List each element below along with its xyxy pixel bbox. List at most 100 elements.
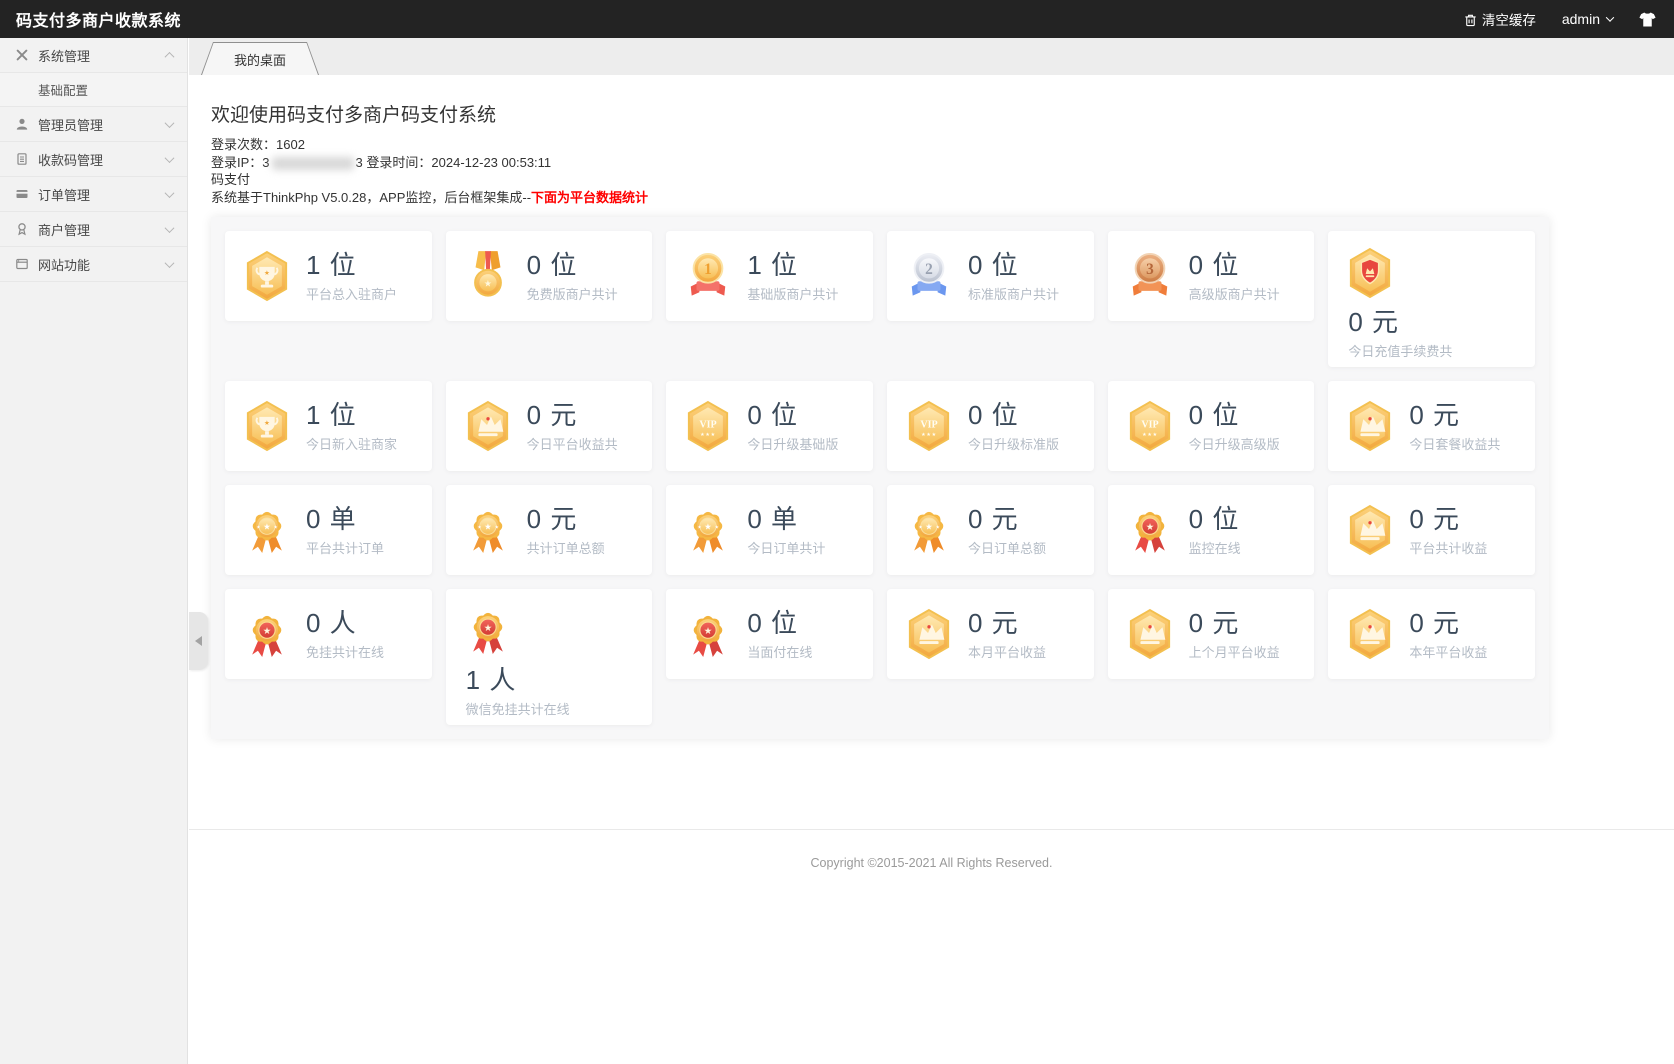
stat-card: 0 元 今日订单总额	[887, 485, 1094, 575]
rosette-red-icon	[1127, 503, 1173, 557]
stat-value: 0 人	[306, 608, 384, 638]
stat-value: 0 位	[527, 250, 618, 280]
main-content: 我的桌面 欢迎使用码支付多商户码支付系统 登录次数：1602 登录IP：33 登…	[189, 38, 1674, 1064]
stat-label: 微信免挂共计在线	[466, 699, 653, 718]
stat-value: 1 人	[466, 665, 653, 695]
chevron-icon	[165, 118, 175, 128]
sidebar-item-website[interactable]: 网站功能	[0, 247, 187, 282]
stat-label: 免费版商户共计	[527, 284, 618, 303]
stat-value: 1 位	[306, 250, 397, 280]
sidebar-item-qrcode[interactable]: 收款码管理	[0, 142, 187, 177]
hex-vip-icon	[906, 399, 952, 453]
stat-label: 平台总入驻商户	[306, 284, 397, 303]
stat-card: 1 位 基础版商户共计	[666, 231, 873, 321]
copyright: Copyright ©2015-2021 All Rights Reserved…	[189, 856, 1674, 870]
stat-value: 0 元	[1409, 400, 1500, 430]
ip-visible-start: 3	[262, 155, 269, 170]
stat-label: 本年平台收益	[1409, 642, 1487, 661]
stat-label: 今日升级高级版	[1189, 434, 1280, 453]
stat-label: 今日充值手续费共	[1348, 341, 1535, 360]
hex-crown-icon	[465, 399, 511, 453]
stat-card: 0 位 今日升级基础版	[666, 381, 873, 471]
stat-label: 平台共计收益	[1409, 538, 1487, 557]
hex-crown-icon	[906, 607, 952, 661]
sidebar-item-admins[interactable]: 管理员管理	[0, 107, 187, 142]
stat-label: 平台共计订单	[306, 538, 384, 557]
stat-value: 0 元	[1348, 307, 1535, 337]
stat-card: 0 人 免挂共计在线	[225, 589, 432, 679]
chevron-icon	[165, 258, 175, 268]
stat-card: 0 元 平台共计收益	[1328, 485, 1535, 575]
rosette-gold-icon	[244, 503, 290, 557]
user-menu[interactable]: admin	[1562, 11, 1613, 27]
stat-value: 0 元	[1189, 608, 1280, 638]
stat-label: 今日订单共计	[747, 538, 825, 557]
stat-card: 0 位 今日升级高级版	[1108, 381, 1315, 471]
trash-icon	[1463, 12, 1478, 27]
card-icon	[15, 187, 29, 201]
stat-label: 今日订单总额	[968, 538, 1046, 557]
tab-my-desktop[interactable]: 我的桌面	[201, 42, 319, 75]
stat-label: 今日升级基础版	[747, 434, 838, 453]
stat-card: 0 元 上个月平台收益	[1108, 589, 1315, 679]
window-icon	[15, 257, 29, 271]
stat-card: 0 元 本年平台收益	[1328, 589, 1535, 679]
stat-value: 0 位	[1189, 400, 1280, 430]
login-count-value: 1602	[276, 137, 305, 152]
stat-value: 0 元	[968, 504, 1046, 534]
stat-card: 0 单 今日订单共计	[666, 485, 873, 575]
hex-vip-icon	[685, 399, 731, 453]
stat-card: 0 元 今日套餐收益共	[1328, 381, 1535, 471]
hex-crown-icon	[1347, 503, 1393, 557]
stat-value: 0 元	[1409, 608, 1487, 638]
stat-card: 0 元 今日充值手续费共	[1328, 231, 1535, 367]
ip-redaction-blur	[272, 157, 354, 170]
rosette-red-icon	[244, 607, 290, 661]
stat-label: 今日升级标准版	[968, 434, 1059, 453]
medal-2-icon	[906, 249, 952, 303]
top-header-bar: 码支付多商户收款系统 清空缓存 admin	[0, 0, 1674, 38]
hex-shield-icon	[1347, 246, 1393, 300]
sidebar-item-base-config[interactable]: 基础配置	[0, 73, 187, 107]
sidebar-item-orders[interactable]: 订单管理	[0, 177, 187, 212]
stat-value: 0 位	[1189, 250, 1280, 280]
stat-value: 0 位	[968, 400, 1059, 430]
chevron-icon	[165, 223, 175, 233]
stat-card: 0 元 本月平台收益	[887, 589, 1094, 679]
stat-value: 0 单	[747, 504, 825, 534]
welcome-title: 欢迎使用码支付多商户码支付系统	[211, 100, 1674, 127]
stat-label: 监控在线	[1189, 538, 1241, 557]
stat-card: 0 位 标准版商户共计	[887, 231, 1094, 321]
wrench-icon	[15, 48, 29, 62]
hex-vip-icon	[1127, 399, 1173, 453]
stat-value: 0 元	[527, 504, 605, 534]
hex-crown-icon	[1347, 607, 1393, 661]
welcome-section: 欢迎使用码支付多商户码支付系统 登录次数：1602 登录IP：33 登录时间：2…	[189, 75, 1674, 206]
stat-label: 当面付在线	[747, 642, 812, 661]
stat-value: 0 位	[747, 400, 838, 430]
medal-3-icon	[1127, 249, 1173, 303]
chevron-down-icon	[1606, 13, 1614, 21]
rosette-red-icon	[685, 607, 731, 661]
theme-button[interactable]	[1639, 11, 1656, 28]
stat-label: 上个月平台收益	[1189, 642, 1280, 661]
footer-divider	[189, 829, 1674, 830]
sidebar-item-merchant[interactable]: 商户管理	[0, 212, 187, 247]
sidebar-item-system[interactable]: 系统管理	[0, 38, 187, 73]
stat-card: 0 位 免费版商户共计	[446, 231, 653, 321]
clear-cache-label: 清空缓存	[1482, 9, 1536, 29]
stat-value: 0 元	[527, 400, 618, 430]
stat-value: 0 元	[968, 608, 1046, 638]
stat-value: 0 位	[1189, 504, 1241, 534]
stat-label: 基础版商户共计	[747, 284, 838, 303]
tshirt-icon	[1639, 11, 1656, 28]
stat-card: 0 单 平台共计订单	[225, 485, 432, 575]
sidebar-collapse-handle[interactable]	[189, 612, 208, 670]
rosette-gold-icon	[906, 503, 952, 557]
hex-trophy-icon	[244, 249, 290, 303]
user-icon	[15, 117, 29, 131]
login-time-value: 2024-12-23 00:53:11	[431, 155, 551, 170]
system-info-line: 系统基于ThinkPhp V5.0.28，APP监控，后台框架集成--下面为平台…	[211, 189, 1674, 207]
clear-cache-button[interactable]: 清空缓存	[1463, 9, 1536, 29]
stat-card: 0 位 高级版商户共计	[1108, 231, 1315, 321]
